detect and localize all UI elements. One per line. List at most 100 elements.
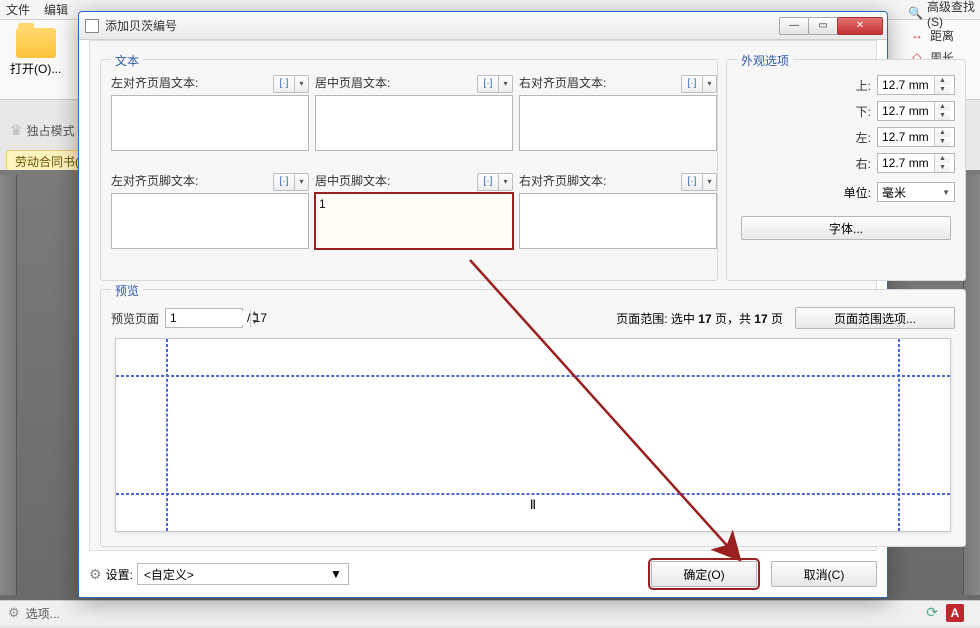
preview-page-spinner[interactable]: ▲▼ — [165, 308, 243, 328]
chevron-down-icon: ▼ — [942, 188, 950, 197]
header-left-slot: 左对齐页眉文本: [·]▾ — [111, 74, 309, 154]
exclusive-mode[interactable]: ♛ 独占模式 — [10, 122, 75, 139]
insert-icon: [·] — [273, 173, 295, 191]
insert-icon: [·] — [681, 173, 703, 191]
appearance-group-title: 外观选项 — [737, 52, 793, 69]
insert-hr[interactable]: [·]▾ — [681, 75, 717, 93]
open-label: 打开(O)... — [10, 60, 61, 77]
crown-icon: ♛ — [10, 122, 23, 139]
close-button[interactable]: ✕ — [837, 17, 883, 35]
margin-guide — [898, 339, 900, 531]
maximize-button[interactable]: ▭ — [808, 17, 838, 35]
footer-center-slot: 居中页脚文本: [·]▾ — [315, 172, 513, 252]
header-center-input[interactable] — [315, 95, 513, 151]
chevron-down-icon: ▾ — [295, 173, 309, 191]
unit-row: 单位: 毫米▼ — [844, 182, 955, 202]
spin-up-icon[interactable]: ▲ — [934, 102, 950, 111]
advanced-find[interactable]: 🔍 高级查找(S) — [904, 2, 980, 24]
preview-page-input[interactable] — [166, 311, 250, 325]
preview-page-total: / 17 — [247, 311, 267, 325]
chevron-down-icon: ▾ — [499, 75, 513, 93]
insert-icon: [·] — [477, 75, 499, 93]
gear-icon: ⚙ — [89, 566, 102, 583]
range-mid: 页，共 — [712, 312, 755, 326]
font-button[interactable]: 字体... — [741, 216, 951, 240]
margin-bottom-row: 下: ▲▼ — [847, 100, 955, 122]
footer-center-label: 居中页脚文本: — [315, 172, 390, 189]
options-link[interactable]: 选项... — [26, 605, 60, 622]
margin-right-row: 右: ▲▼ — [847, 152, 955, 174]
minimize-button[interactable]: — — [779, 17, 809, 35]
page-range-options-button[interactable]: 页面范围选项... — [795, 307, 955, 329]
app-icon — [85, 19, 99, 33]
margin-right-spinner[interactable]: ▲▼ — [877, 153, 955, 173]
insert-icon: [·] — [273, 75, 295, 93]
footer-left-input[interactable] — [111, 193, 309, 249]
spin-down-icon[interactable]: ▼ — [934, 137, 950, 146]
unit-label: 单位: — [844, 184, 871, 201]
insert-fc[interactable]: [·]▾ — [477, 173, 513, 191]
footer-center-input[interactable] — [315, 193, 513, 249]
footer-left-slot: 左对齐页脚文本: [·]▾ — [111, 172, 309, 252]
footer-right-slot: 右对齐页脚文本: [·]▾ — [519, 172, 717, 252]
header-center-label: 居中页眉文本: — [315, 74, 390, 91]
insert-hc[interactable]: [·]▾ — [477, 75, 513, 93]
spin-up-icon[interactable]: ▲ — [934, 76, 950, 85]
dialog-bottom-bar: ⚙ 设置: <自定义> ▼ 确定(O) 取消(C) — [89, 559, 877, 589]
titlebar[interactable]: 添加贝茨编号 — ▭ ✕ — [79, 12, 887, 40]
margin-left-spinner[interactable]: ▲▼ — [877, 127, 955, 147]
insert-fl[interactable]: [·]▾ — [273, 173, 309, 191]
refresh-icon[interactable]: ⟳ — [926, 604, 938, 621]
header-right-slot: 右对齐页眉文本: [·]▾ — [519, 74, 717, 154]
distance-icon: ↔ — [908, 26, 926, 44]
range-b2: 17 — [754, 312, 767, 326]
insert-fr[interactable]: [·]▾ — [681, 173, 717, 191]
margin-guide — [116, 493, 950, 495]
spin-down-icon[interactable]: ▼ — [934, 85, 950, 94]
spin-down-icon[interactable]: ▼ — [934, 111, 950, 120]
ok-button[interactable]: 确定(O) — [651, 561, 757, 587]
insert-icon: [·] — [681, 75, 703, 93]
insert-hl[interactable]: [·]▾ — [273, 75, 309, 93]
menu-file[interactable]: 文件 — [6, 1, 30, 18]
preview-bates-number: Ⅱ — [530, 497, 536, 513]
margin-left-input[interactable] — [878, 130, 934, 144]
margin-bottom-input[interactable] — [878, 104, 934, 118]
dialog-body: 文本 左对齐页眉文本: [·]▾ 居中页眉文本: [·]▾ 右对齐页眉文本: [… — [89, 40, 877, 551]
status-bar: ⚙ 选项... — [0, 600, 980, 625]
margin-top-spinner[interactable]: ▲▼ — [877, 75, 955, 95]
exclusive-label: 独占模式 — [27, 122, 75, 139]
chevron-down-icon: ▾ — [295, 75, 309, 93]
range-b1: 17 — [698, 312, 711, 326]
margin-top-row: 上: ▲▼ — [847, 74, 955, 96]
folder-icon — [16, 28, 56, 58]
header-right-input[interactable] — [519, 95, 717, 151]
unit-select[interactable]: 毫米▼ — [877, 182, 955, 202]
spin-down-icon[interactable]: ▼ — [934, 163, 950, 172]
adobe-icon[interactable]: A — [946, 604, 964, 622]
margin-right-input[interactable] — [878, 156, 934, 170]
margin-bottom-label: 下: — [847, 103, 871, 120]
margin-bottom-spinner[interactable]: ▲▼ — [877, 101, 955, 121]
settings-value: <自定义> — [144, 566, 194, 583]
footer-right-input[interactable] — [519, 193, 717, 249]
settings-select[interactable]: <自定义> ▼ — [137, 563, 349, 585]
margin-left-label: 左: — [847, 129, 871, 146]
settings-label: 设置: — [106, 566, 133, 583]
settings-combo: ⚙ 设置: <自定义> ▼ — [89, 563, 349, 585]
chevron-down-icon: ▾ — [703, 173, 717, 191]
spin-up-icon[interactable]: ▲ — [934, 154, 950, 163]
text-group: 文本 左对齐页眉文本: [·]▾ 居中页眉文本: [·]▾ 右对齐页眉文本: [… — [100, 59, 718, 281]
menu-edit[interactable]: 编辑 — [44, 1, 68, 18]
spin-up-icon[interactable]: ▲ — [934, 128, 950, 137]
advanced-find-label: 高级查找(S) — [927, 0, 976, 29]
preview-group-title: 预览 — [111, 282, 143, 299]
margin-right-label: 右: — [847, 155, 871, 172]
page-preview: Ⅱ — [115, 338, 951, 532]
open-button[interactable]: 打开(O)... — [10, 28, 61, 77]
chevron-down-icon: ▼ — [330, 567, 342, 581]
header-left-input[interactable] — [111, 95, 309, 151]
cancel-button[interactable]: 取消(C) — [771, 561, 877, 587]
margin-top-input[interactable] — [878, 78, 934, 92]
range-a: 页面范围: 选中 — [616, 312, 698, 326]
